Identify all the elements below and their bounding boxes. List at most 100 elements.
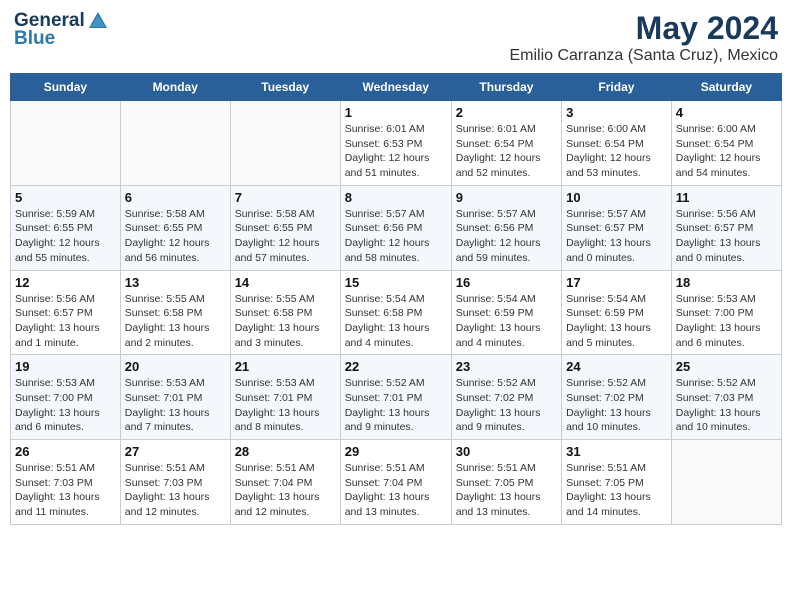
day-number: 10 — [566, 190, 667, 205]
day-info: Sunrise: 5:54 AM Sunset: 6:59 PM Dayligh… — [456, 292, 557, 351]
day-number: 21 — [235, 359, 336, 374]
day-number: 28 — [235, 444, 336, 459]
day-number: 30 — [456, 444, 557, 459]
calendar-day-cell: 10Sunrise: 5:57 AM Sunset: 6:57 PM Dayli… — [562, 185, 672, 270]
day-number: 19 — [15, 359, 116, 374]
day-number: 8 — [345, 190, 447, 205]
day-info: Sunrise: 5:56 AM Sunset: 6:57 PM Dayligh… — [15, 292, 116, 351]
day-info: Sunrise: 5:58 AM Sunset: 6:55 PM Dayligh… — [125, 207, 226, 266]
calendar-week-row: 26 Sunrise: 5:51 AM Sunset: 7:03 PM Dayli… — [11, 440, 782, 525]
day-number: 16 — [456, 275, 557, 290]
day-number: 26 — [15, 444, 116, 459]
day-info: Sunrise: 5:54 AM Sunset: 6:58 PM Dayligh… — [345, 292, 447, 351]
day-info: Sunrise: 5:51 AM Sunset: 7:05 PM Dayligh… — [456, 461, 557, 520]
day-info: Sunrise: 5:52 AM Sunset: 7:03 PM Dayligh… — [676, 376, 777, 435]
calendar-day-cell: 9 Sunrise: 5:57 AM Sunset: 6:56 PM Daylig… — [451, 185, 561, 270]
page-header: General Blue May 2024 Emilio Carranza (S… — [10, 10, 782, 65]
day-number: 18 — [676, 275, 777, 290]
calendar-day-cell: 28 Sunrise: 5:51 AM Sunset: 7:04 PM Dayli… — [230, 440, 340, 525]
calendar-day-cell: 13 Sunrise: 5:55 AM Sunset: 6:58 PM Dayli… — [120, 270, 230, 355]
day-number: 27 — [125, 444, 226, 459]
calendar-week-row: 12 Sunrise: 5:56 AM Sunset: 6:57 PM Dayli… — [11, 270, 782, 355]
logo: General Blue — [14, 10, 109, 50]
day-number: 4 — [676, 105, 777, 120]
day-info: Sunrise: 5:53 AM Sunset: 7:01 PM Dayligh… — [125, 376, 226, 435]
calendar-day-cell: 5 Sunrise: 5:59 AM Sunset: 6:55 PM Daylig… — [11, 185, 121, 270]
logo-blue: Blue — [14, 28, 55, 50]
day-number: 25 — [676, 359, 777, 374]
calendar-day-cell: 4 Sunrise: 6:00 AM Sunset: 6:54 PM Daylig… — [671, 101, 781, 186]
calendar-day-cell: 1Sunrise: 6:01 AM Sunset: 6:53 PM Daylig… — [340, 101, 451, 186]
day-info: Sunrise: 6:00 AM Sunset: 6:54 PM Dayligh… — [566, 122, 667, 181]
day-info: Sunrise: 6:00 AM Sunset: 6:54 PM Dayligh… — [676, 122, 777, 181]
calendar-day-cell: 8 Sunrise: 5:57 AM Sunset: 6:56 PM Daylig… — [340, 185, 451, 270]
day-number: 15 — [345, 275, 447, 290]
calendar-day-cell: 30 Sunrise: 5:51 AM Sunset: 7:05 PM Dayli… — [451, 440, 561, 525]
day-number: 13 — [125, 275, 226, 290]
calendar-header-thursday: Thursday — [451, 74, 561, 101]
calendar-day-cell: 29Sunrise: 5:51 AM Sunset: 7:04 PM Dayli… — [340, 440, 451, 525]
calendar-day-cell: 15 Sunrise: 5:54 AM Sunset: 6:58 PM Dayli… — [340, 270, 451, 355]
day-info: Sunrise: 5:58 AM Sunset: 6:55 PM Dayligh… — [235, 207, 336, 266]
day-info: Sunrise: 5:57 AM Sunset: 6:56 PM Dayligh… — [456, 207, 557, 266]
calendar-header-monday: Monday — [120, 74, 230, 101]
day-number: 3 — [566, 105, 667, 120]
title-block: May 2024 Emilio Carranza (Santa Cruz), M… — [509, 10, 778, 65]
calendar-week-row: 1Sunrise: 6:01 AM Sunset: 6:53 PM Daylig… — [11, 101, 782, 186]
calendar-day-cell: 12 Sunrise: 5:56 AM Sunset: 6:57 PM Dayli… — [11, 270, 121, 355]
day-info: Sunrise: 5:52 AM Sunset: 7:01 PM Dayligh… — [345, 376, 447, 435]
day-info: Sunrise: 5:55 AM Sunset: 6:58 PM Dayligh… — [235, 292, 336, 351]
day-number: 14 — [235, 275, 336, 290]
calendar-day-cell: 2 Sunrise: 6:01 AM Sunset: 6:54 PM Daylig… — [451, 101, 561, 186]
day-number: 11 — [676, 190, 777, 205]
day-info: Sunrise: 5:51 AM Sunset: 7:05 PM Dayligh… — [566, 461, 667, 520]
calendar-header-sunday: Sunday — [11, 74, 121, 101]
calendar-header-row: SundayMondayTuesdayWednesdayThursdayFrid… — [11, 74, 782, 101]
day-info: Sunrise: 6:01 AM Sunset: 6:53 PM Dayligh… — [345, 122, 447, 181]
day-number: 2 — [456, 105, 557, 120]
day-info: Sunrise: 5:51 AM Sunset: 7:04 PM Dayligh… — [345, 461, 447, 520]
calendar-header-wednesday: Wednesday — [340, 74, 451, 101]
day-number: 12 — [15, 275, 116, 290]
day-info: Sunrise: 6:01 AM Sunset: 6:54 PM Dayligh… — [456, 122, 557, 181]
day-info: Sunrise: 5:57 AM Sunset: 6:56 PM Dayligh… — [345, 207, 447, 266]
day-info: Sunrise: 5:52 AM Sunset: 7:02 PM Dayligh… — [566, 376, 667, 435]
calendar-day-cell: 17 Sunrise: 5:54 AM Sunset: 6:59 PM Dayli… — [562, 270, 672, 355]
calendar-header-tuesday: Tuesday — [230, 74, 340, 101]
calendar-day-cell: 6Sunrise: 5:58 AM Sunset: 6:55 PM Daylig… — [120, 185, 230, 270]
day-info: Sunrise: 5:53 AM Sunset: 7:00 PM Dayligh… — [15, 376, 116, 435]
calendar-week-row: 19 Sunrise: 5:53 AM Sunset: 7:00 PM Dayli… — [11, 355, 782, 440]
day-number: 20 — [125, 359, 226, 374]
calendar-table: SundayMondayTuesdayWednesdayThursdayFrid… — [10, 73, 782, 525]
calendar-day-cell: 31Sunrise: 5:51 AM Sunset: 7:05 PM Dayli… — [562, 440, 672, 525]
page-title: May 2024 — [509, 10, 778, 47]
calendar-day-cell: 3 Sunrise: 6:00 AM Sunset: 6:54 PM Daylig… — [562, 101, 672, 186]
page-subtitle: Emilio Carranza (Santa Cruz), Mexico — [509, 47, 778, 65]
calendar-header-saturday: Saturday — [671, 74, 781, 101]
calendar-day-cell: 21Sunrise: 5:53 AM Sunset: 7:01 PM Dayli… — [230, 355, 340, 440]
day-info: Sunrise: 5:59 AM Sunset: 6:55 PM Dayligh… — [15, 207, 116, 266]
day-info: Sunrise: 5:51 AM Sunset: 7:03 PM Dayligh… — [15, 461, 116, 520]
day-number: 17 — [566, 275, 667, 290]
calendar-day-cell: 18Sunrise: 5:53 AM Sunset: 7:00 PM Dayli… — [671, 270, 781, 355]
calendar-day-cell: 25 Sunrise: 5:52 AM Sunset: 7:03 PM Dayli… — [671, 355, 781, 440]
day-number: 5 — [15, 190, 116, 205]
day-number: 7 — [235, 190, 336, 205]
calendar-day-cell: 26 Sunrise: 5:51 AM Sunset: 7:03 PM Dayli… — [11, 440, 121, 525]
day-info: Sunrise: 5:54 AM Sunset: 6:59 PM Dayligh… — [566, 292, 667, 351]
day-info: Sunrise: 5:51 AM Sunset: 7:04 PM Dayligh… — [235, 461, 336, 520]
day-info: Sunrise: 5:56 AM Sunset: 6:57 PM Dayligh… — [676, 207, 777, 266]
calendar-week-row: 5 Sunrise: 5:59 AM Sunset: 6:55 PM Daylig… — [11, 185, 782, 270]
day-number: 24 — [566, 359, 667, 374]
day-info: Sunrise: 5:55 AM Sunset: 6:58 PM Dayligh… — [125, 292, 226, 351]
day-info: Sunrise: 5:51 AM Sunset: 7:03 PM Dayligh… — [125, 461, 226, 520]
calendar-day-cell: 7 Sunrise: 5:58 AM Sunset: 6:55 PM Daylig… — [230, 185, 340, 270]
calendar-header-friday: Friday — [562, 74, 672, 101]
calendar-day-cell — [120, 101, 230, 186]
day-number: 9 — [456, 190, 557, 205]
logo-icon — [87, 10, 109, 32]
calendar-day-cell: 27 Sunrise: 5:51 AM Sunset: 7:03 PM Dayli… — [120, 440, 230, 525]
calendar-day-cell: 23Sunrise: 5:52 AM Sunset: 7:02 PM Dayli… — [451, 355, 561, 440]
calendar-day-cell — [671, 440, 781, 525]
calendar-day-cell: 16 Sunrise: 5:54 AM Sunset: 6:59 PM Dayli… — [451, 270, 561, 355]
